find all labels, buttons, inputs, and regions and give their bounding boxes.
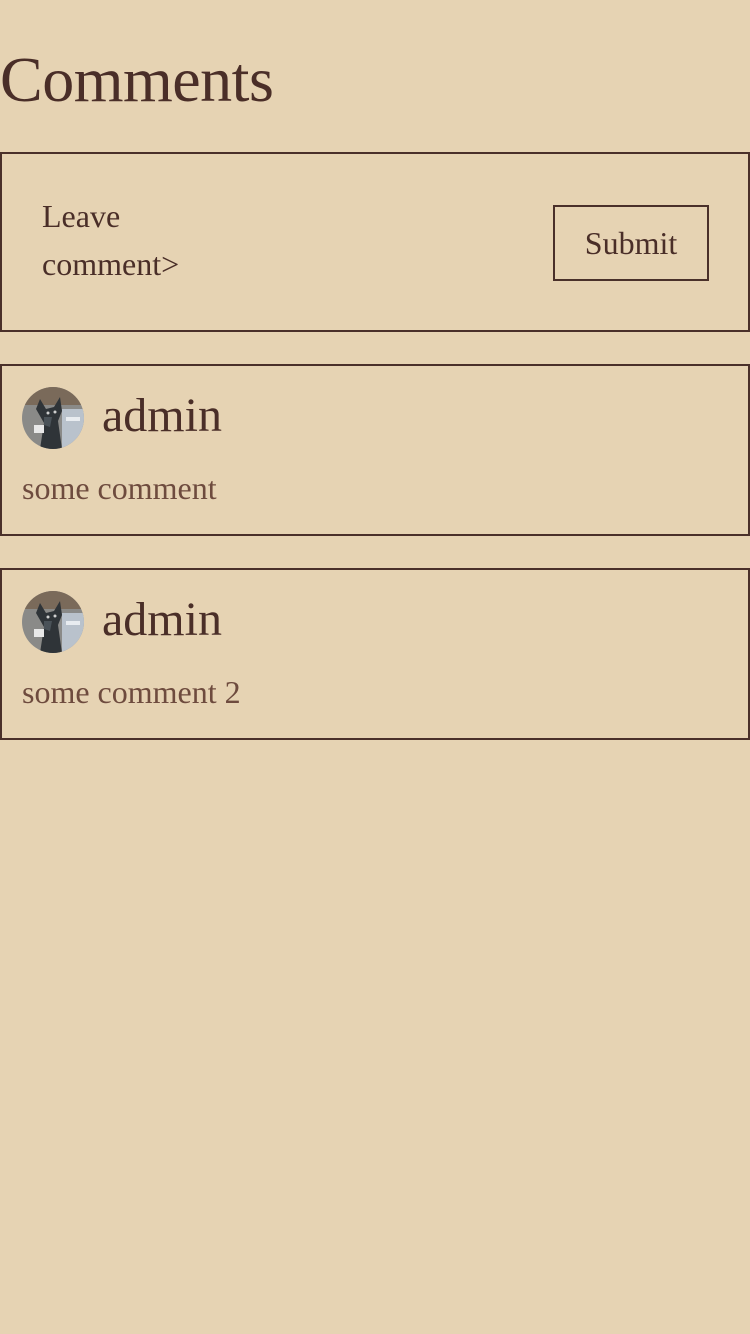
comment-text: some comment 2 (22, 674, 241, 710)
submit-button[interactable]: Submit (553, 205, 709, 281)
dog-avatar-icon (22, 591, 84, 653)
comment-author: admin (102, 593, 222, 646)
comment-text: some comment (22, 470, 217, 506)
comment-input[interactable]: Leave comment> (42, 192, 242, 288)
avatar (22, 591, 84, 653)
comment-card: admin some comment 2 (0, 568, 750, 740)
comments-page: Comments Leave comment> Submit admin som… (0, 0, 750, 1334)
comment-card: admin some comment (0, 364, 750, 536)
avatar (22, 387, 84, 449)
comment-form: Leave comment> Submit (0, 152, 750, 332)
dog-avatar-icon (22, 387, 84, 449)
comment-author: admin (102, 389, 222, 442)
page-title: Comments (0, 44, 274, 115)
